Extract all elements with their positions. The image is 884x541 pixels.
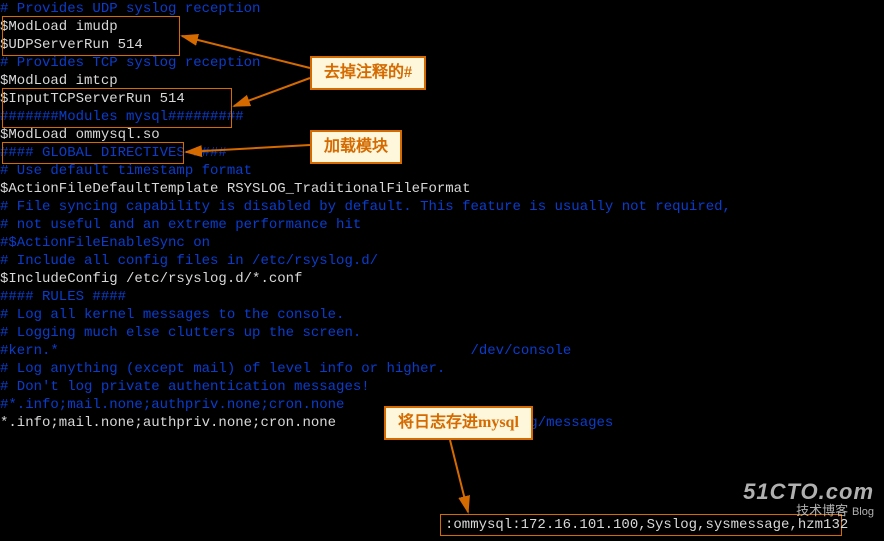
code-line: # not useful and an extreme performance …	[0, 216, 884, 234]
code-line: $ModLoad imtcp	[0, 72, 884, 90]
code-line: $ActionFileDefaultTemplate RSYSLOG_Tradi…	[0, 180, 884, 198]
watermark-sub: 技术博客	[796, 503, 848, 518]
callout-load-module: 加载模块	[310, 130, 402, 164]
code-line: # Provides TCP syslog reception	[0, 54, 884, 72]
code-line: #### RULES ####	[0, 288, 884, 306]
code-line: # Include all config files in /etc/rsysl…	[0, 252, 884, 270]
code-line: # Logging much else clutters up the scre…	[0, 324, 884, 342]
code-line: #### GLOBAL DIRECTIVES ####	[0, 144, 884, 162]
code-line: $UDPServerRun 514	[0, 36, 884, 54]
watermark-site: 51CTO.com	[743, 483, 874, 501]
watermark: 51CTO.com 技术博客 Blog	[743, 483, 874, 521]
arrow-to-mysql-rule	[450, 440, 468, 512]
code-line: # Log all kernel messages to the console…	[0, 306, 884, 324]
code-line: #$ActionFileEnableSync on	[0, 234, 884, 252]
callout-log-to-mysql: 将日志存进mysql	[384, 406, 533, 440]
code-line: #######Modules mysql#########	[0, 108, 884, 126]
callout-remove-hash: 去掉注释的#	[310, 56, 426, 90]
code-line: $ModLoad ommysql.so	[0, 126, 884, 144]
code-line: # Provides UDP syslog reception	[0, 0, 884, 18]
code-line: # Log anything (except mail) of level in…	[0, 360, 884, 378]
active-rule: *.info;mail.none;authpriv.none;cron.none	[0, 415, 336, 431]
code-line: # Don't log private authentication messa…	[0, 378, 884, 396]
watermark-tag: Blog	[852, 506, 874, 518]
code-line: $ModLoad imudp	[0, 18, 884, 36]
code-line: $InputTCPServerRun 514	[0, 90, 884, 108]
code-line: #kern.* /dev/console	[0, 342, 884, 360]
code-line: # File syncing capability is disabled by…	[0, 198, 884, 216]
code-line: $IncludeConfig /etc/rsyslog.d/*.conf	[0, 270, 884, 288]
code-line: # Use default timestamp format	[0, 162, 884, 180]
